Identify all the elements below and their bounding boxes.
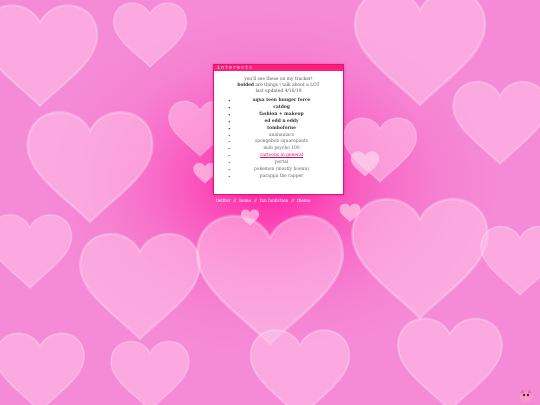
interests-panel: interests you'll see these on my tracker… [213,64,344,195]
list-item: pokemon (mostly hoenn) [228,167,335,174]
list-item: mob psycho 100 [228,146,335,153]
panel-title: interests [214,65,343,71]
nav-separator: // [291,198,295,203]
nav-separator: // [233,198,237,203]
pokemon-sprite-icon [520,389,532,402]
last-updated: last updated 4/16/19 [255,89,302,94]
intro-bold-word: bolded [237,83,255,88]
list-item: parappa the rapper [228,174,335,181]
nav-twitter-link[interactable]: twitter [216,198,230,203]
nav-fanfiction-link[interactable]: fun fanfiction [260,198,288,203]
list-item: spongebob squarepants [228,139,335,146]
intro-line-2-rest: are things i talk about a LOT [254,83,320,88]
nav-separator: // [253,198,257,203]
cartoons-link[interactable]: cartoons in general [228,153,335,160]
list-item: fashion + makeup [228,112,335,119]
interests-list: aqua teen hunger force catdog fashion + … [214,98,343,181]
list-item: tomboforne [228,126,335,133]
footer-nav: twitter//home//fun fanfiction//theme [216,198,346,203]
list-item: portal [228,160,335,167]
list-item: animaniacs [228,133,335,140]
nav-home-link[interactable]: home [239,198,251,203]
nav-theme-link[interactable]: theme [297,198,310,203]
list-item: ed edd n eddy [228,119,335,126]
list-item: catdog [228,105,335,112]
list-item: aqua teen hunger force [228,98,335,105]
intro-text: you'll see these on my tracker! bolded a… [214,77,343,95]
